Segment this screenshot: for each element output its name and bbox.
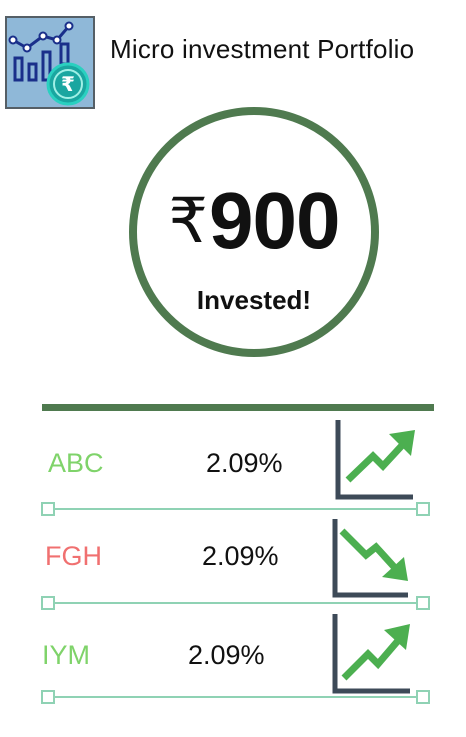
- slider-handle-right[interactable]: [416, 690, 430, 704]
- investment-chart-rupee-icon: ₹: [8, 21, 90, 106]
- stock-row[interactable]: FGH 2.09%: [0, 510, 466, 610]
- stock-row[interactable]: IYM 2.09%: [0, 606, 466, 706]
- stock-change: 2.09%: [206, 448, 283, 478]
- svg-text:₹: ₹: [61, 72, 75, 96]
- stock-slider-track[interactable]: [48, 696, 422, 698]
- invested-summary-circle: ₹900 Invested!: [129, 107, 379, 357]
- trend-down-icon: [332, 519, 408, 598]
- invested-amount: ₹900: [137, 181, 371, 261]
- currency-symbol: ₹: [168, 187, 208, 256]
- invested-label: Invested!: [196, 285, 312, 315]
- stock-change: 2.09%: [188, 640, 265, 670]
- stock-ticker: ABC: [48, 448, 104, 478]
- stock-row[interactable]: ABC 2.09%: [0, 415, 466, 516]
- portfolio-app-icon: ₹: [5, 16, 95, 109]
- stock-ticker: IYM: [42, 640, 91, 670]
- amount-value: 900: [208, 176, 340, 265]
- page-title: Micro investment Portfolio: [110, 34, 415, 64]
- trend-up-icon: [335, 420, 415, 500]
- stock-ticker: FGH: [45, 541, 102, 571]
- stock-change: 2.09%: [202, 541, 279, 571]
- section-divider: [42, 404, 434, 411]
- trend-up-icon: [332, 614, 410, 694]
- stock-slider-track[interactable]: [48, 602, 424, 604]
- slider-handle-left[interactable]: [41, 690, 55, 704]
